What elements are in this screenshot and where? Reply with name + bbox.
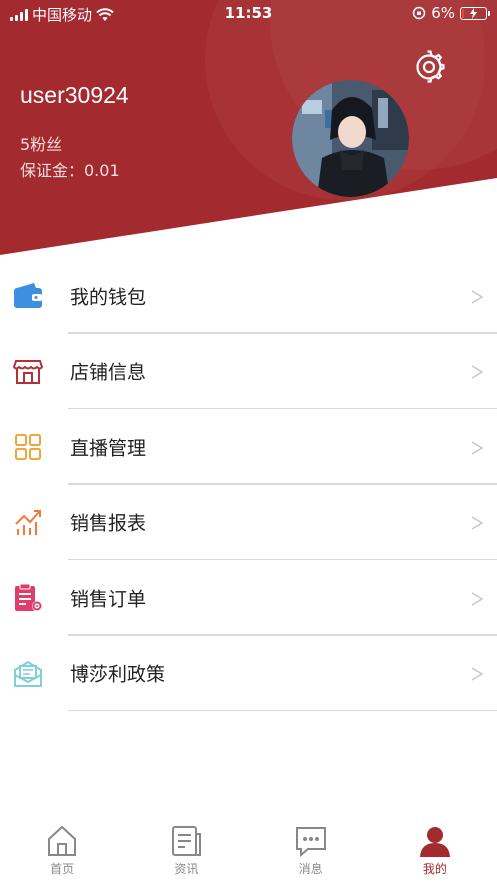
chevron-right-icon [471,592,484,606]
profile-header: 中国移动 11:53 6% user30924 5粉丝 保证金：0.01 [0,0,497,255]
battery-percent: 6% [431,4,455,22]
menu-item-policy[interactable]: 博莎利政策 [0,636,497,711]
header-background [0,0,497,255]
tab-mine[interactable]: 我的 [373,820,497,883]
grid-icon [15,433,41,460]
menu-list: 我的钱包 店铺信息 直播管理 销售报表 销售订单 博莎利政策 [0,258,497,711]
menu-item-label: 销售报表 [70,512,147,535]
gear-icon[interactable] [412,50,446,84]
chevron-right-icon [471,441,484,455]
menu-item-report[interactable]: 销售报表 [0,485,497,560]
menu-item-label: 博莎利政策 [70,663,166,686]
orientation-lock-icon [412,6,426,20]
divider [68,709,497,711]
menu-item-label: 销售订单 [70,588,147,611]
person-icon [419,827,450,857]
tab-label: 我的 [422,862,447,876]
tab-news[interactable]: 资讯 [124,820,248,883]
battery-icon [460,6,490,20]
tab-messages[interactable]: 消息 [249,820,373,883]
status-bar: 中国移动 11:53 6% [0,0,497,28]
fans-count: 5粉丝 [20,135,63,154]
tab-home[interactable]: 首页 [0,820,124,883]
chevron-right-icon [471,290,484,304]
deposit-amount: 保证金：0.01 [20,161,120,180]
menu-item-label: 店铺信息 [70,361,147,384]
home-icon [48,825,77,856]
menu-item-store[interactable]: 店铺信息 [0,334,497,409]
message-icon [295,827,326,858]
avatar[interactable] [292,80,409,197]
tab-label: 首页 [50,862,75,876]
mail-icon [14,661,42,688]
username: user30924 [20,82,129,108]
tab-bar: 首页 资讯 消息 我的 [0,820,497,883]
chevron-right-icon [471,667,484,681]
menu-item-label: 直播管理 [70,437,147,460]
order-icon [15,583,42,611]
wallet-icon [14,282,42,308]
menu-item-wallet[interactable]: 我的钱包 [0,258,497,334]
chevron-right-icon [471,365,484,379]
chart-icon [15,510,41,536]
chevron-right-icon [471,516,484,530]
menu-item-label: 我的钱包 [70,286,147,309]
tab-label: 资讯 [174,862,199,876]
menu-item-live[interactable]: 直播管理 [0,409,497,485]
news-icon [172,826,202,856]
tab-label: 消息 [298,862,323,876]
store-icon [12,360,44,385]
menu-item-orders[interactable]: 销售订单 [0,560,497,636]
